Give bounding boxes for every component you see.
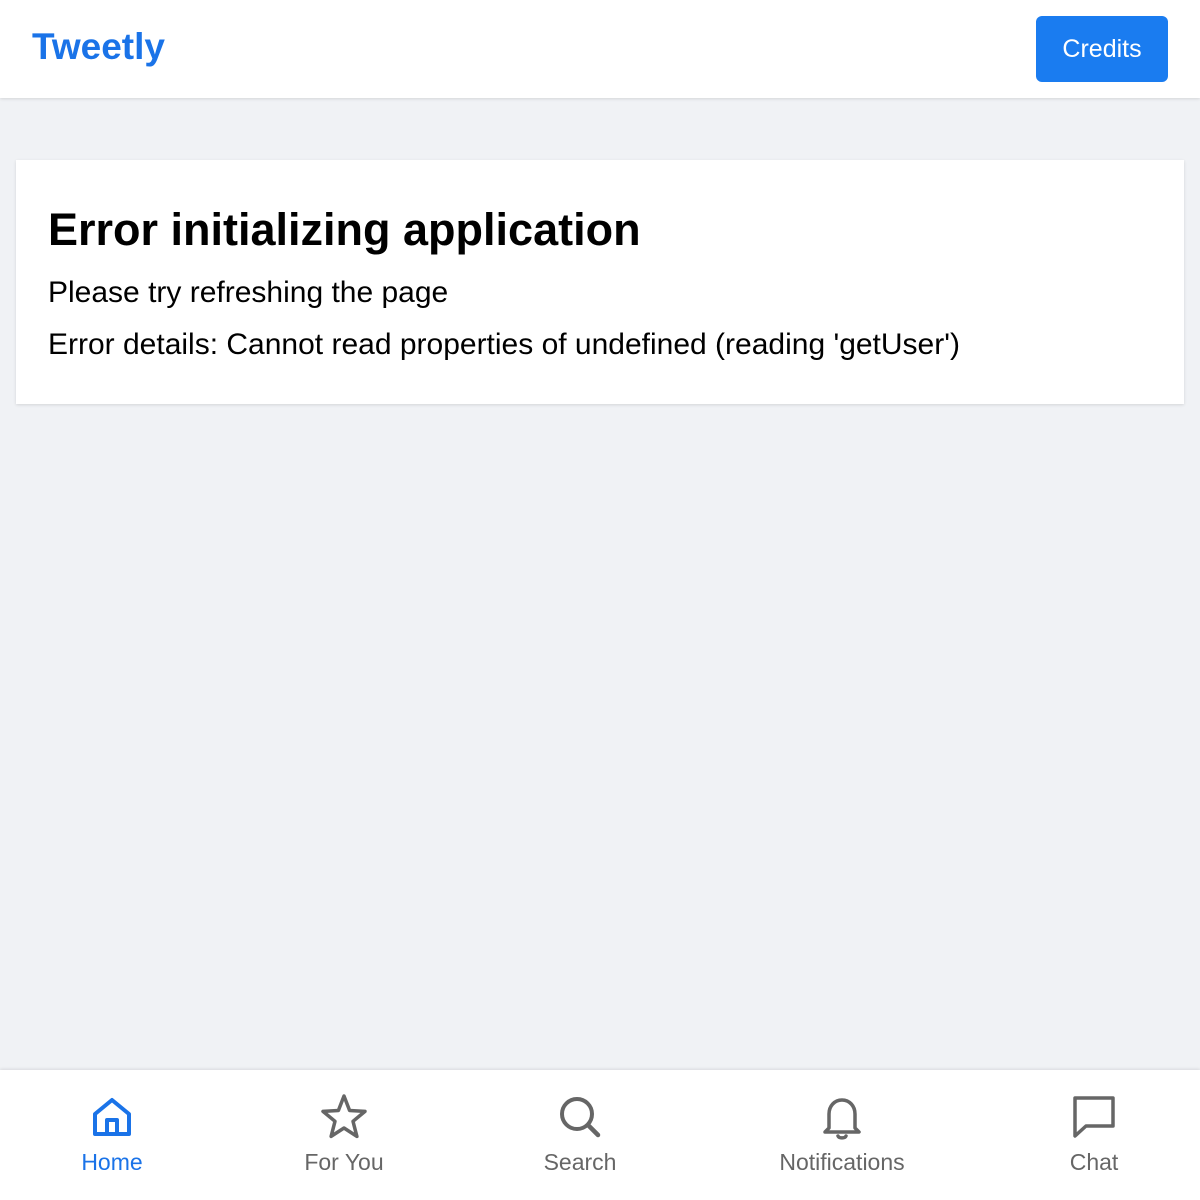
nav-item-for-you[interactable]: For You: [264, 1070, 424, 1200]
home-icon: [93, 1098, 131, 1136]
nav-label-chat: Chat: [1069, 1149, 1119, 1175]
nav-item-notifications[interactable]: Notifications: [752, 1070, 932, 1200]
nav-item-search[interactable]: Search: [500, 1070, 660, 1200]
top-header: Tweetly Credits: [0, 0, 1200, 98]
nav-label-search: Search: [543, 1149, 617, 1175]
error-title: Error initializing application: [48, 204, 641, 255]
error-message: Please try refreshing the page: [48, 276, 449, 309]
nav-item-chat[interactable]: Chat: [1014, 1070, 1174, 1200]
search-icon: [560, 1097, 601, 1138]
nav-label-for-you: For You: [304, 1149, 384, 1175]
nav-item-home[interactable]: Home: [32, 1070, 192, 1200]
app-logo[interactable]: Tweetly: [32, 24, 165, 70]
bell-icon: [823, 1098, 861, 1140]
credits-button[interactable]: Credits: [1036, 16, 1168, 82]
nav-label-home: Home: [81, 1149, 143, 1175]
error-card: Error initializing application Please tr…: [16, 160, 1184, 404]
error-details: Error details: Cannot read properties of…: [48, 328, 960, 361]
nav-label-notifications: Notifications: [779, 1149, 905, 1175]
bottom-nav: Home For You Search Notifications Chat: [0, 1070, 1200, 1200]
chat-icon: [1073, 1096, 1115, 1138]
star-icon: [321, 1094, 367, 1139]
